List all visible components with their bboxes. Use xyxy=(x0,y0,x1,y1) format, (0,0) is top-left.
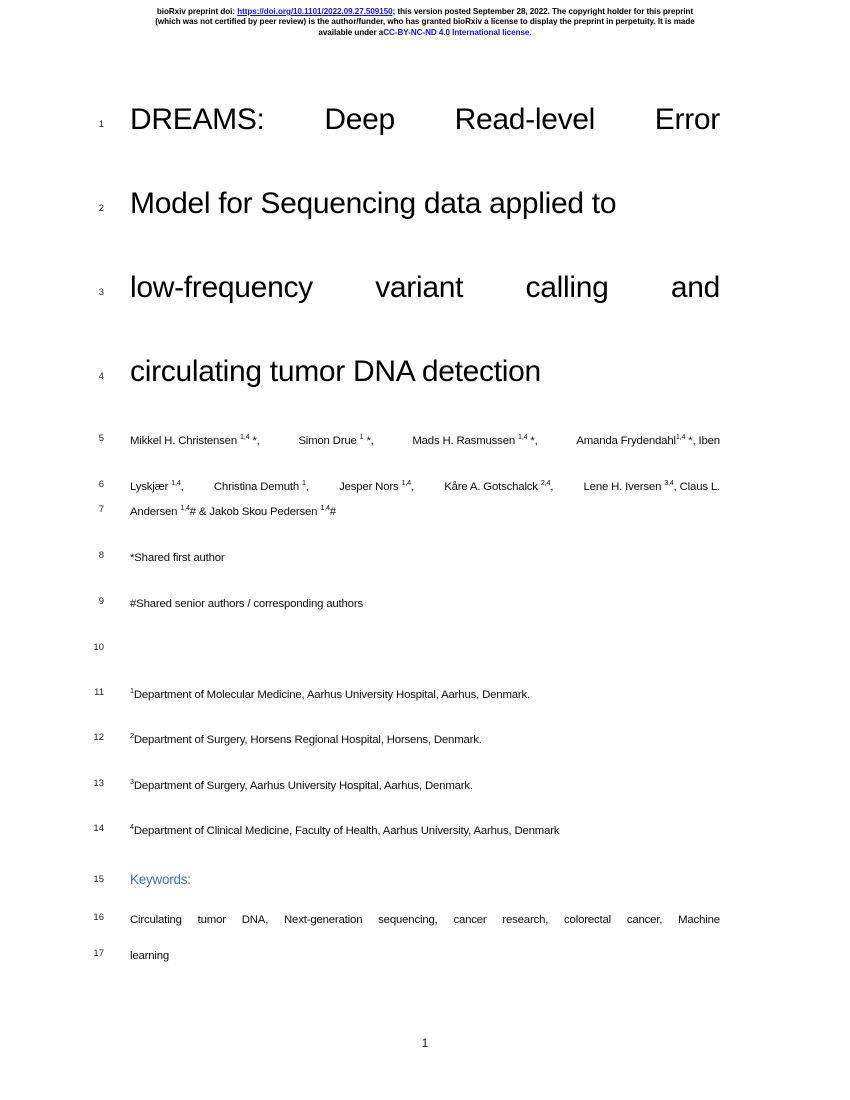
line-number: 8 xyxy=(98,550,104,561)
title-line-3: low-frequency variant calling and xyxy=(130,272,720,304)
line-number: 3 xyxy=(98,287,104,298)
title-word: low-frequency xyxy=(130,271,313,304)
title-word: Read-level xyxy=(454,103,596,136)
keyword-word: Circulating xyxy=(130,914,182,926)
line-number: 7 xyxy=(98,504,104,515)
line-number: 13 xyxy=(93,778,104,789)
banner-license-prefix: available under a xyxy=(318,27,384,37)
title-word: Error xyxy=(654,103,720,136)
author-entry: Amanda Frydendahl1,4 *, Iben xyxy=(576,432,720,447)
line-number: 2 xyxy=(98,203,104,214)
author-line-3: Andersen 1,4# & Jakob Skou Pedersen 1,4# xyxy=(130,503,720,519)
shared-first-author-note: *Shared first author xyxy=(130,551,720,565)
keywords-label: Keywords: xyxy=(130,872,191,887)
doi-link[interactable]: https://doi.org/10.1101/2022.09.27.50915… xyxy=(237,7,392,16)
keyword-word: DNA, xyxy=(241,914,269,926)
author-entry: Andersen 1,4# & xyxy=(130,503,210,518)
author-entry: Lyskjær 1,4, xyxy=(130,478,184,493)
keywords-heading: Keywords: xyxy=(130,872,720,887)
keyword-word: colorectal xyxy=(564,914,611,926)
line-number: 9 xyxy=(98,596,104,607)
affiliation-text: Department of Surgery, Horsens Regional … xyxy=(133,734,482,746)
affiliation-1: 1Department of Molecular Medicine, Aarhu… xyxy=(130,687,720,702)
title-line-1: DREAMS: Deep Read-level Error xyxy=(130,104,720,136)
line-number: 4 xyxy=(98,371,104,382)
author-entry: Mads H. Rasmussen 1,4 *, xyxy=(412,432,538,447)
keyword-word: cancer xyxy=(453,914,487,926)
shared-senior-author-note: #Shared senior authors / corresponding a… xyxy=(130,597,720,611)
keyword-word: Next-generation xyxy=(284,914,363,926)
author-entry: Christina Demuth 1, xyxy=(213,478,309,493)
license-link[interactable]: CC-BY-NC-ND 4.0 International license xyxy=(383,28,529,37)
title-line-4: circulating tumor DNA detection xyxy=(130,356,720,388)
keywords-line-1: Circulating tumor DNA, Next-generation s… xyxy=(130,913,720,927)
line-number: 10 xyxy=(93,642,104,653)
keyword-word: cancer, xyxy=(626,914,663,926)
keyword-word: Machine xyxy=(678,914,720,926)
title-word: circulating tumor DNA detection xyxy=(130,355,541,388)
banner-version-text: ; this version posted September 28, 2022… xyxy=(392,7,694,16)
keywords-line-2: learning xyxy=(130,949,720,963)
title-word: variant xyxy=(375,271,464,304)
author-entry: Mikkel H. Christensen 1,4 *, xyxy=(130,432,260,447)
page-number: 1 xyxy=(421,1038,429,1050)
preprint-header-banner: bioRxiv preprint doi: https://doi.org/10… xyxy=(62,7,788,38)
affiliation-4: 4Department of Clinical Medicine, Facult… xyxy=(130,823,720,838)
line-number: 1 xyxy=(98,119,104,130)
author-entry: Lene H. Iversen 3,4, Claus L. xyxy=(583,478,721,493)
keyword-word: learning xyxy=(130,950,170,962)
title-word: and xyxy=(670,271,720,304)
line-number: 17 xyxy=(93,948,104,959)
affiliation-2: 2Department of Surgery, Horsens Regional… xyxy=(130,732,720,747)
line-number: 15 xyxy=(93,874,104,885)
line-number: 11 xyxy=(94,687,104,698)
affiliation-text: Department of Surgery, Aarhus University… xyxy=(133,780,473,792)
author-entry: Kåre A. Gotschalck 2,4, xyxy=(444,478,554,493)
banner-peer-review-text: (which was not certified by peer review)… xyxy=(155,17,695,27)
author-line-1: Mikkel H. Christensen 1,4 *, Simon Drue … xyxy=(130,432,720,448)
keyword-word: sequencing, xyxy=(378,914,438,926)
affiliation-text: Department of Molecular Medicine, Aarhus… xyxy=(133,689,531,701)
affiliation-3: 3Department of Surgery, Aarhus Universit… xyxy=(130,778,720,793)
title-word: Model for Sequencing data applied to xyxy=(130,187,617,220)
author-entry: Jesper Nors 1,4, xyxy=(339,478,414,493)
keyword-word: tumor xyxy=(197,914,226,926)
affiliation-text: Department of Clinical Medicine, Faculty… xyxy=(133,825,560,837)
keyword-word: research, xyxy=(502,914,549,926)
author-entry: Jakob Skou Pedersen 1,4# xyxy=(209,503,336,518)
title-word: Deep xyxy=(324,103,395,136)
banner-doi-prefix: bioRxiv preprint doi: xyxy=(156,7,238,16)
title-line-2: Model for Sequencing data applied to xyxy=(130,188,720,220)
line-number: 16 xyxy=(93,912,104,923)
title-word: DREAMS: xyxy=(130,103,265,136)
title-word: calling xyxy=(525,271,609,304)
line-number: 14 xyxy=(93,823,104,834)
author-entry: Simon Drue 1 *, xyxy=(298,432,374,447)
line-number: 5 xyxy=(98,433,104,444)
author-line-2: Lyskjær 1,4, Christina Demuth 1, Jesper … xyxy=(130,478,721,494)
line-number: 12 xyxy=(93,732,104,743)
banner-license-suffix: . xyxy=(529,27,532,37)
footnote-text: *Shared first author xyxy=(130,552,225,564)
line-number: 6 xyxy=(98,479,104,490)
footnote-text: #Shared senior authors / corresponding a… xyxy=(130,598,363,610)
